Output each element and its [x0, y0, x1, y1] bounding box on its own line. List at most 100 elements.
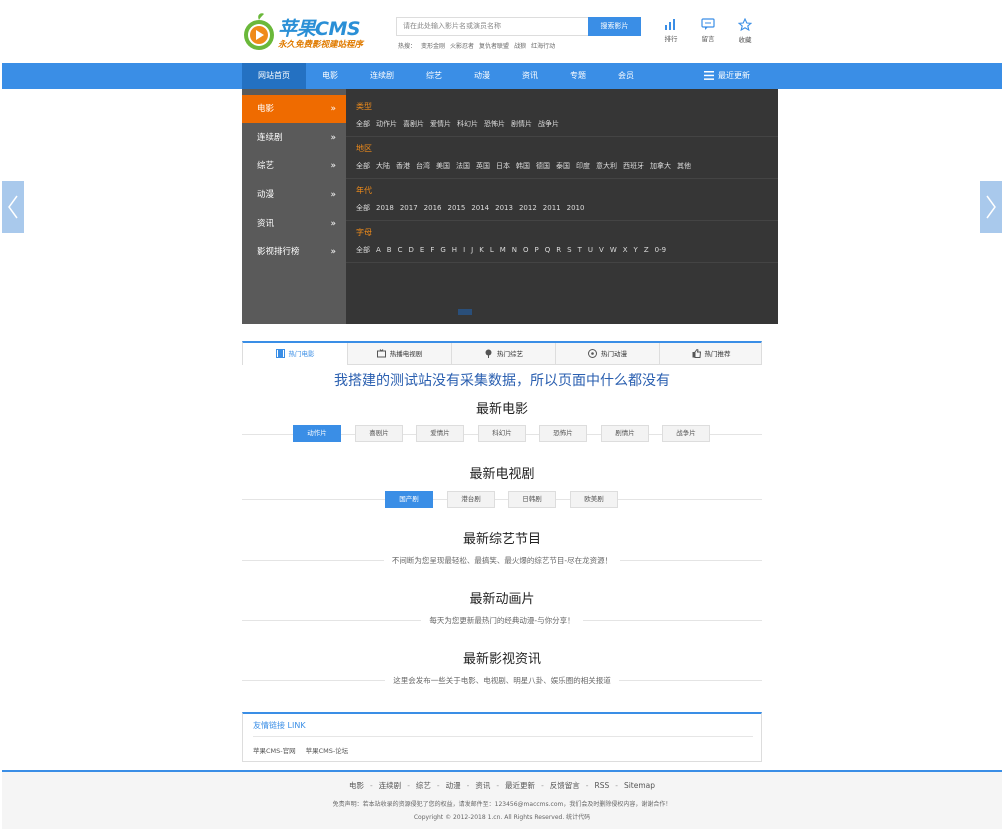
tab-hot-variety[interactable]: 热门综艺 — [451, 343, 555, 365]
nav-item-topic[interactable]: 专题 — [554, 63, 602, 89]
filter-option[interactable]: 2010 — [567, 204, 585, 212]
pill-horror[interactable]: 恐怖片 — [539, 425, 587, 442]
nav-item-variety[interactable]: 综艺 — [410, 63, 458, 89]
filter-option[interactable]: F — [430, 246, 434, 254]
next-slide-button[interactable] — [980, 181, 1002, 233]
filter-option[interactable]: C — [398, 246, 403, 254]
friend-link[interactable]: 苹果CMS-论坛 — [306, 747, 349, 755]
sidebar-item-variety[interactable]: 综艺 » — [242, 152, 346, 180]
filter-option[interactable]: 2016 — [424, 204, 442, 212]
filter-option[interactable]: 其他 — [677, 162, 691, 170]
footer-link[interactable]: Sitemap — [624, 781, 655, 790]
nav-item-member[interactable]: 会员 — [602, 63, 650, 89]
hot-word[interactable]: 战狼 — [514, 43, 526, 50]
tab-hot-tv[interactable]: 热播电视剧 — [347, 343, 451, 365]
filter-option[interactable]: B — [387, 246, 392, 254]
footer-link[interactable]: 反馈留言 — [550, 781, 580, 790]
nav-item-movie[interactable]: 电影 — [306, 63, 354, 89]
filter-option[interactable]: A — [376, 246, 381, 254]
filter-option[interactable]: 英国 — [476, 162, 490, 170]
filter-option[interactable]: 2012 — [519, 204, 537, 212]
sidebar-item-movie[interactable]: 电影 » — [242, 95, 346, 123]
filter-option[interactable]: V — [599, 246, 604, 254]
filter-option[interactable]: 2013 — [495, 204, 513, 212]
filter-option[interactable]: 全部 — [356, 120, 370, 128]
pill-drama[interactable]: 剧情片 — [601, 425, 649, 442]
site-logo[interactable]: 苹果CMS 永久免费影视建站程序 — [242, 12, 372, 52]
sidebar-item-ranking[interactable]: 影视排行榜 » — [242, 238, 346, 266]
sidebar-item-anime[interactable]: 动漫 » — [242, 181, 346, 209]
filter-option[interactable]: 2017 — [400, 204, 418, 212]
pill-domestic[interactable]: 国产剧 — [385, 491, 433, 508]
pill-action[interactable]: 动作片 — [293, 425, 341, 442]
filter-option[interactable]: 台湾 — [416, 162, 430, 170]
filter-option[interactable]: P — [535, 246, 539, 254]
filter-option[interactable]: 0-9 — [655, 246, 666, 254]
filter-option[interactable]: U — [588, 246, 593, 254]
hot-word[interactable]: 红海行动 — [531, 43, 555, 50]
filter-option[interactable]: 2015 — [447, 204, 465, 212]
filter-option[interactable]: 全部 — [356, 204, 370, 212]
filter-option[interactable]: 爱情片 — [430, 120, 451, 128]
slide-indicator[interactable] — [458, 309, 472, 315]
filter-option[interactable]: W — [610, 246, 617, 254]
favorite-button[interactable]: 收藏 — [733, 18, 757, 44]
footer-link[interactable]: 资讯 — [475, 781, 490, 790]
pill-hk-tw[interactable]: 港台剧 — [447, 491, 495, 508]
search-button[interactable]: 搜索影片 — [588, 17, 641, 36]
friend-link[interactable]: 苹果CMS-官网 — [253, 747, 296, 755]
sidebar-item-news[interactable]: 资讯 » — [242, 210, 346, 238]
filter-option[interactable]: Q — [545, 246, 551, 254]
footer-link[interactable]: 综艺 — [416, 781, 431, 790]
filter-option[interactable]: 动作片 — [376, 120, 397, 128]
filter-option[interactable]: 香港 — [396, 162, 410, 170]
filter-option[interactable]: 加拿大 — [650, 162, 671, 170]
filter-option[interactable]: K — [479, 246, 484, 254]
filter-option[interactable]: 日本 — [496, 162, 510, 170]
message-button[interactable]: 留言 — [696, 18, 720, 43]
filter-option[interactable]: D — [409, 246, 414, 254]
filter-option[interactable]: S — [567, 246, 571, 254]
pill-jp-kr[interactable]: 日韩剧 — [508, 491, 556, 508]
nav-item-news[interactable]: 资讯 — [506, 63, 554, 89]
filter-option[interactable]: 德国 — [536, 162, 550, 170]
nav-item-home[interactable]: 网站首页 — [242, 63, 306, 89]
ranking-button[interactable]: 排行 — [659, 18, 683, 43]
filter-option[interactable]: G — [440, 246, 445, 254]
sidebar-item-series[interactable]: 连续剧 » — [242, 124, 346, 152]
filter-option[interactable]: R — [556, 246, 561, 254]
filter-option[interactable]: 韩国 — [516, 162, 530, 170]
filter-option[interactable]: 美国 — [436, 162, 450, 170]
filter-option[interactable]: I — [463, 246, 465, 254]
footer-link[interactable]: 最近更新 — [505, 781, 535, 790]
filter-option[interactable]: 大陆 — [376, 162, 390, 170]
tab-hot-movies[interactable]: 热门电影 — [243, 343, 347, 365]
filter-option[interactable]: Z — [644, 246, 649, 254]
pill-war[interactable]: 战争片 — [662, 425, 710, 442]
filter-option[interactable]: 西班牙 — [623, 162, 644, 170]
tab-hot-recommend[interactable]: 热门推荐 — [659, 343, 762, 365]
filter-option[interactable]: N — [512, 246, 517, 254]
filter-option[interactable]: 科幻片 — [457, 120, 478, 128]
hot-word[interactable]: 火影忍者 — [450, 43, 474, 50]
filter-option[interactable]: L — [490, 246, 494, 254]
filter-option[interactable]: 2018 — [376, 204, 394, 212]
filter-option[interactable]: Y — [634, 246, 638, 254]
prev-slide-button[interactable] — [2, 181, 24, 233]
recent-updates-link[interactable]: 最近更新 — [704, 63, 750, 89]
footer-link[interactable]: RSS — [595, 781, 610, 790]
pill-western[interactable]: 欧美剧 — [570, 491, 618, 508]
search-input[interactable]: 请在此处输入影片名或演员名称 — [396, 17, 588, 36]
tab-hot-anime[interactable]: 热门动漫 — [555, 343, 659, 365]
filter-option[interactable]: 法国 — [456, 162, 470, 170]
nav-item-anime[interactable]: 动漫 — [458, 63, 506, 89]
footer-link[interactable]: 动漫 — [446, 781, 461, 790]
filter-option[interactable]: 剧情片 — [511, 120, 532, 128]
filter-option[interactable]: 意大利 — [596, 162, 617, 170]
pill-comedy[interactable]: 喜剧片 — [355, 425, 403, 442]
filter-option[interactable]: 2011 — [543, 204, 561, 212]
hot-word[interactable]: 变形金刚 — [421, 43, 445, 50]
footer-link[interactable]: 电影 — [349, 781, 364, 790]
filter-option[interactable]: 战争片 — [538, 120, 559, 128]
footer-link[interactable]: 连续剧 — [379, 781, 402, 790]
